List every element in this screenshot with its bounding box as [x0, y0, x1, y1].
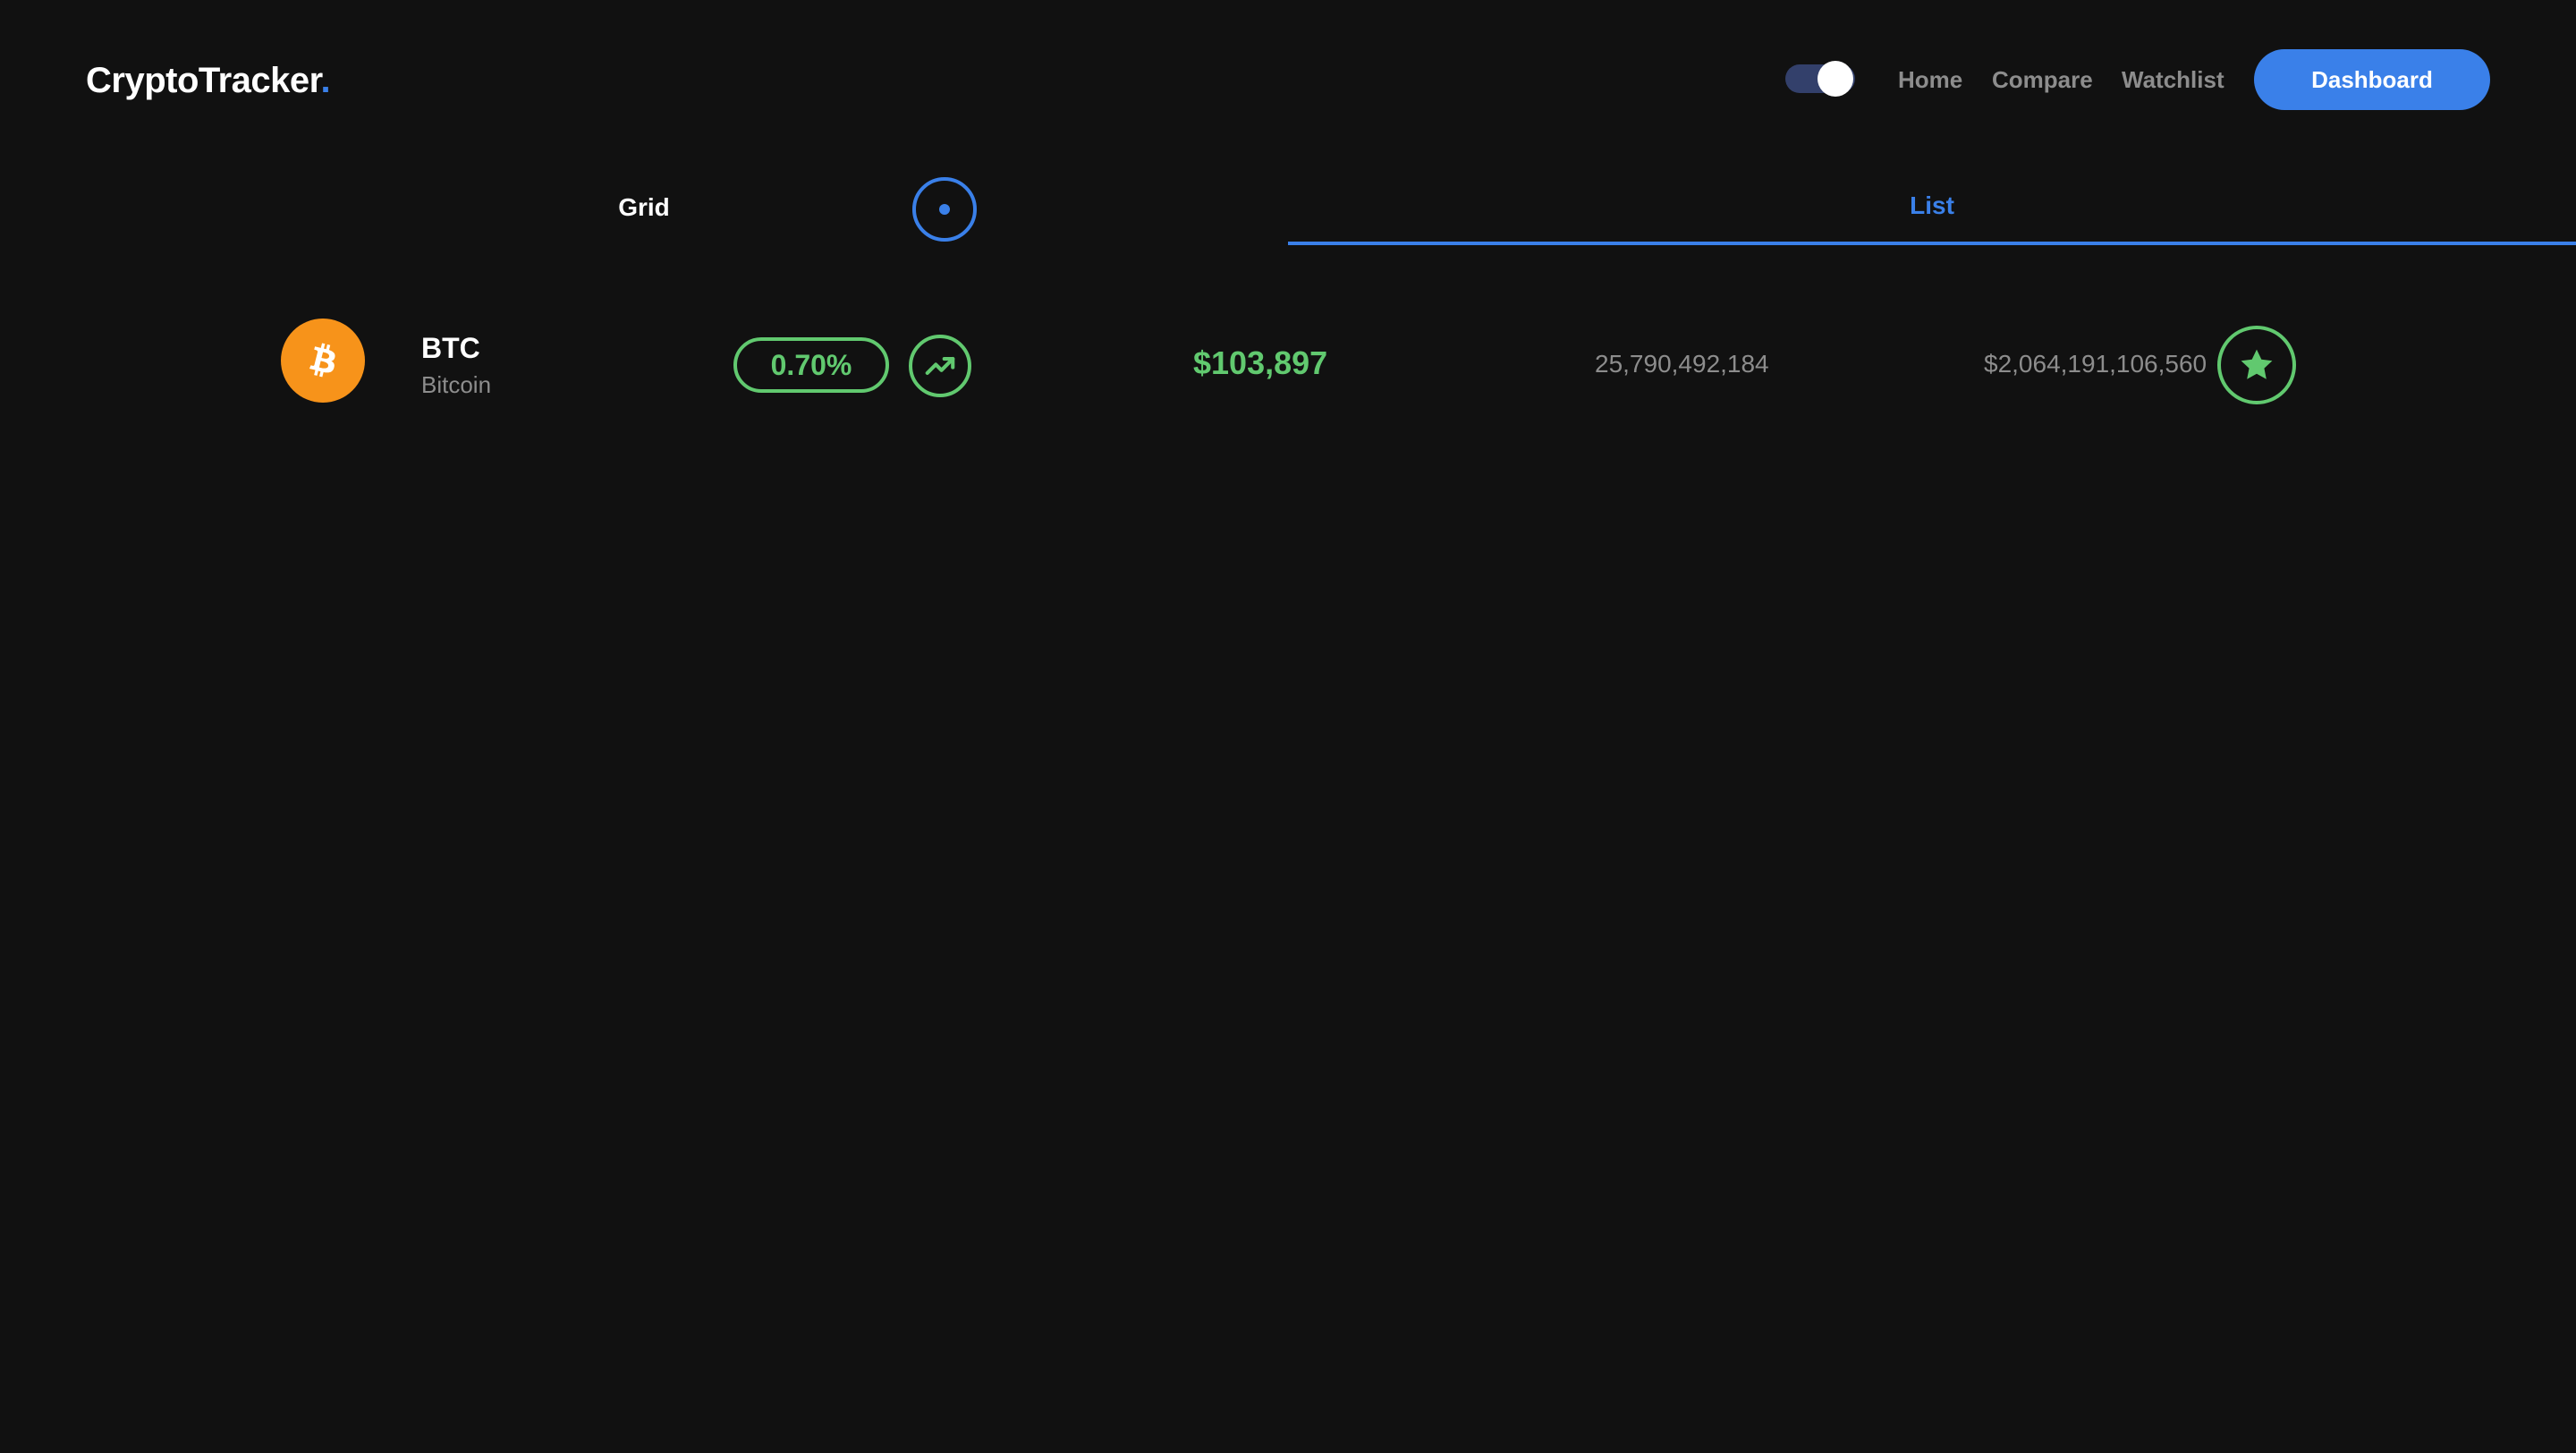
- bitcoin-icon: [281, 319, 365, 403]
- logo-dot: .: [320, 61, 331, 100]
- theme-toggle[interactable]: [1785, 61, 1855, 97]
- toggle-knob: [1818, 61, 1853, 97]
- coin-symbol: BTC: [421, 332, 480, 364]
- radio-dot: [939, 204, 950, 215]
- radio-indicator[interactable]: [912, 177, 977, 242]
- dashboard-button[interactable]: Dashboard: [2254, 49, 2490, 110]
- star-icon: [2241, 349, 2273, 379]
- logo-text: CryptoTracker: [86, 61, 321, 100]
- coin-price: $103,897: [1193, 344, 1328, 381]
- coin-name: Bitcoin: [421, 371, 492, 398]
- coin-row-btc[interactable]: BTC Bitcoin 0.70% $103,897 25,790,492,18…: [0, 304, 2576, 429]
- trending-up-icon: [909, 335, 971, 397]
- nav-home-link[interactable]: Home: [1898, 64, 1962, 95]
- tab-list[interactable]: List: [1288, 170, 2576, 245]
- coin-volume: 25,790,492,184: [1595, 350, 1769, 378]
- bitcoin-symbol-icon: [309, 343, 335, 378]
- view-tabs: Grid List: [0, 170, 2576, 245]
- app-logo[interactable]: CryptoTracker.: [86, 57, 331, 104]
- top-navbar: CryptoTracker. Home Compare Watchlist Da…: [0, 0, 2576, 161]
- price-change-chip: 0.70%: [733, 337, 889, 393]
- coin-market-cap: $2,064,191,106,560: [1984, 350, 2207, 378]
- watchlist-star-button[interactable]: [2217, 326, 2296, 404]
- tab-grid[interactable]: Grid: [0, 170, 1288, 245]
- nav-compare-link[interactable]: Compare: [1992, 64, 2093, 95]
- nav-watchlist-link[interactable]: Watchlist: [2122, 64, 2224, 95]
